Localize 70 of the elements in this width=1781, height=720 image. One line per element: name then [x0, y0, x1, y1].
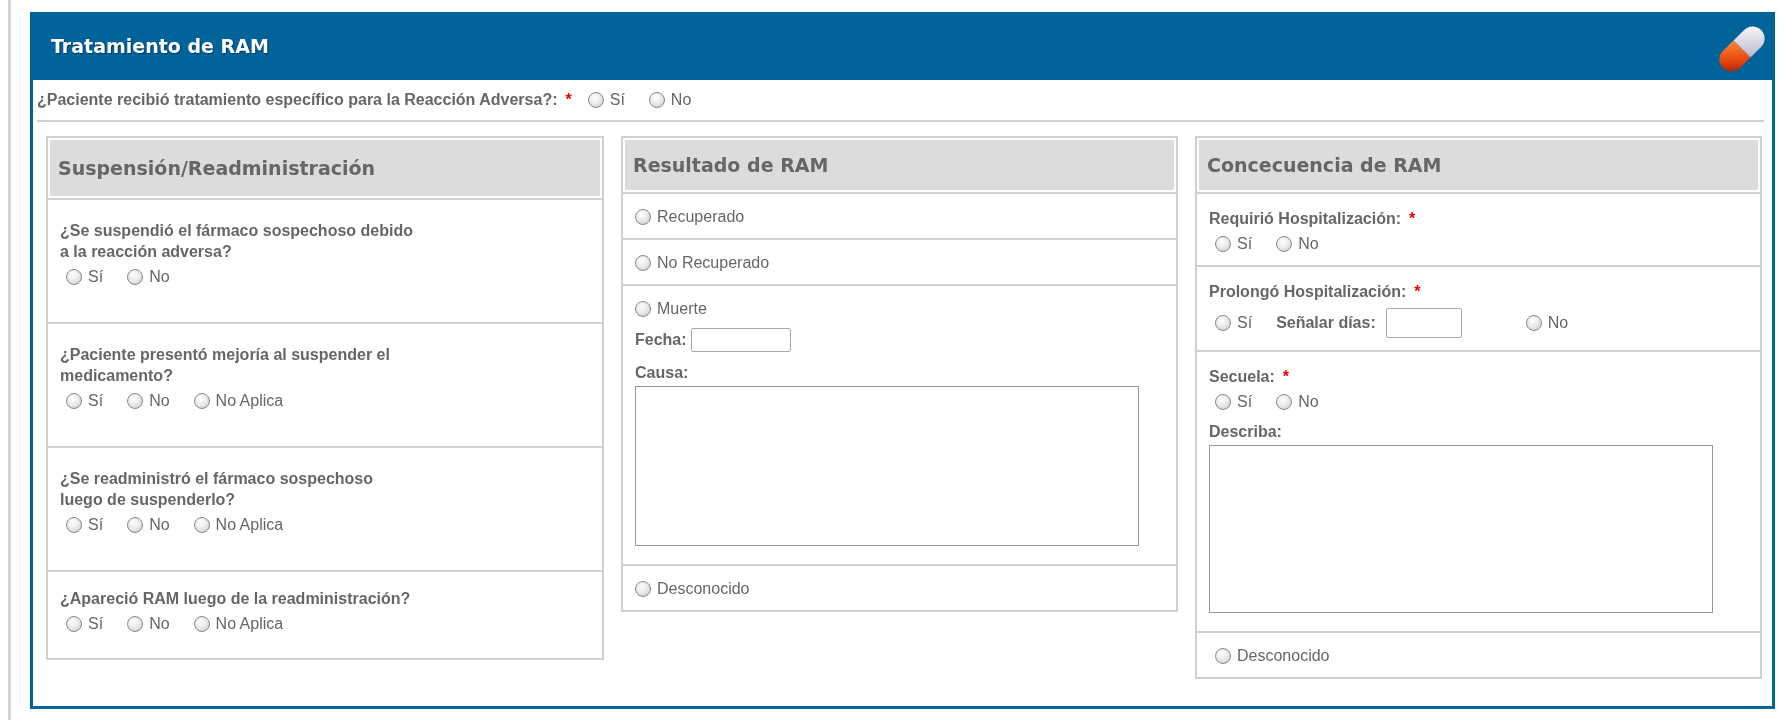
radio-button[interactable] — [1276, 236, 1293, 252]
radio-option[interactable]: No — [127, 268, 170, 286]
question-label: ¿Se readministró el fármaco sospechoso luego de suspenderlo? — [60, 470, 373, 508]
radio-button[interactable] — [1276, 394, 1293, 410]
radio-button[interactable] — [66, 517, 82, 533]
radio-option[interactable]: No Recuperado — [635, 254, 770, 272]
radio-option[interactable]: No — [1276, 235, 1319, 253]
text-field[interactable] — [1385, 308, 1462, 338]
radio-button[interactable] — [1215, 236, 1231, 252]
required-mark: * — [1414, 283, 1421, 300]
column-header: Resultado de RAM — [623, 138, 1176, 192]
question-label: ¿Paciente recibió tratamiento específico para la Reacción Adversa?: — [37, 91, 558, 109]
question-label: Prolongó Hospitalización: — [1209, 283, 1407, 300]
question-label: ¿Se suspendió el fármaco sospechoso debido a la reacción adversa? — [60, 222, 413, 260]
radio-option[interactable]: No — [648, 91, 692, 109]
radio-option[interactable]: Sí — [1215, 314, 1253, 332]
radio-option[interactable]: No — [127, 516, 170, 534]
question-label: ¿Apareció RAM luego de la readministración? — [60, 590, 411, 607]
radio-option[interactable]: Desconocido — [635, 580, 750, 598]
column-header: Concecuencia de RAM — [1197, 138, 1760, 192]
radio-option[interactable]: Sí — [66, 392, 104, 410]
radio-button[interactable] — [635, 255, 651, 271]
question-label: Requirió Hospitalización: — [1209, 210, 1401, 227]
radio-button[interactable] — [635, 581, 651, 597]
radio-button[interactable] — [66, 269, 82, 285]
column-header: Suspensión/Readministración — [48, 138, 602, 198]
required-mark: * — [1282, 368, 1290, 385]
radio-button[interactable] — [1215, 315, 1231, 331]
radio-button[interactable] — [193, 616, 210, 632]
question-label: Secuela: — [1209, 368, 1275, 385]
radio-option[interactable]: No Aplica — [193, 516, 284, 534]
radio-option[interactable]: Sí — [1215, 235, 1253, 253]
radio-option[interactable]: No — [127, 615, 170, 633]
radio-button[interactable] — [127, 616, 144, 632]
radio-option[interactable]: No Aplica — [193, 615, 284, 633]
radio-button[interactable] — [1215, 394, 1231, 410]
radio-button[interactable] — [1215, 648, 1231, 664]
radio-button[interactable] — [1525, 315, 1542, 331]
radio-option[interactable]: Sí — [1215, 393, 1253, 411]
radio-option[interactable]: Sí — [66, 268, 104, 286]
field-label: Señalar días: — [1276, 314, 1376, 332]
radio-option[interactable]: Sí — [587, 91, 625, 109]
field-label: Describa: — [1209, 423, 1283, 441]
radio-button[interactable] — [193, 393, 210, 409]
radio-button[interactable] — [587, 92, 604, 108]
radio-option[interactable]: Muerte — [635, 300, 707, 318]
radio-button[interactable] — [127, 269, 144, 285]
radio-button[interactable] — [127, 393, 144, 409]
panel-title: Tratamiento de RAM — [51, 35, 269, 57]
radio-button[interactable] — [648, 92, 665, 108]
radio-button[interactable] — [66, 616, 82, 632]
radio-option[interactable]: Sí — [66, 615, 104, 633]
field-label: Fecha: — [635, 331, 687, 349]
field-label: Causa: — [635, 364, 690, 382]
radio-button[interactable] — [66, 393, 82, 409]
radio-option[interactable]: Recuperado — [635, 208, 745, 226]
radio-button[interactable] — [635, 209, 651, 225]
radio-option[interactable]: No — [127, 392, 170, 410]
text-field[interactable] — [690, 328, 791, 352]
radio-button[interactable] — [193, 517, 210, 533]
radio-button[interactable] — [635, 301, 651, 317]
radio-option[interactable]: No — [1276, 393, 1319, 411]
radio-option[interactable]: No — [1525, 314, 1569, 332]
radio-option[interactable]: Desconocido — [1215, 647, 1330, 665]
question-label: ¿Paciente presentó mejoría al suspender el medicamento? — [60, 346, 390, 384]
radio-option[interactable]: Sí — [66, 516, 104, 534]
radio-option[interactable]: No Aplica — [193, 392, 284, 410]
required-mark: * — [1409, 210, 1416, 227]
required-mark: * — [565, 91, 572, 109]
radio-button[interactable] — [127, 517, 144, 533]
